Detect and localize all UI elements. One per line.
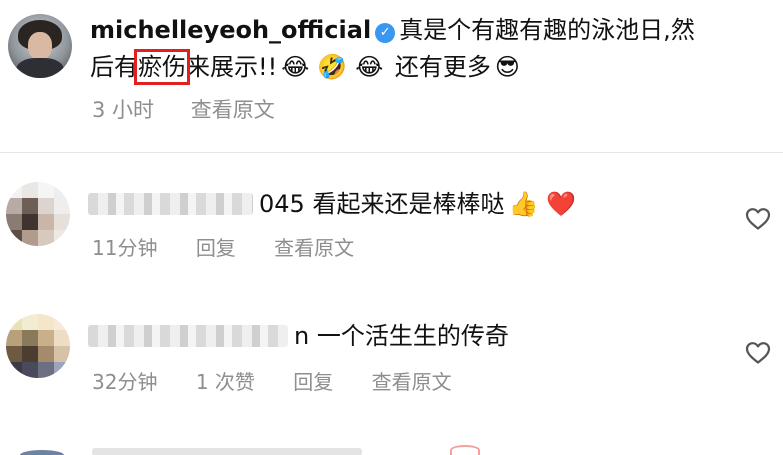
next-comment-partial — [0, 440, 783, 455]
partial-heart-emoji — [450, 445, 480, 455]
rofl-emoji: 🤣 — [317, 53, 348, 81]
avatar-mosaic — [6, 314, 70, 378]
comment-item: n 一个活生生的传奇 32分钟 1 次赞 回复 查看原文 — [0, 306, 783, 406]
verified-badge-icon: ✓ — [375, 23, 396, 43]
post-timestamp: 3 小时 — [92, 98, 155, 122]
comment-timestamp: 11分钟 — [92, 236, 158, 260]
comment-item: 045 看起来还是棒棒哒 👍 ❤️ 11分钟 回复 查看原文 — [0, 172, 783, 272]
instagram-comments-screen: michelleyeoh_official ✓ 真是个有趣有趣的泳池日,然 后有瘀伤… — [0, 0, 783, 455]
highlighted-word: 瘀伤 — [134, 49, 190, 85]
reply-button[interactable]: 回复 — [196, 236, 236, 260]
caption-line2-before: 后有 — [90, 53, 138, 81]
comment-timestamp: 32分钟 — [92, 370, 158, 394]
comment-text: 看起来还是棒棒哒 — [312, 190, 505, 218]
avatar-mosaic — [6, 182, 70, 246]
comment-meta-row: 32分钟 1 次赞 回复 查看原文 — [92, 366, 484, 395]
sunglasses-emoji: 😎 — [494, 53, 520, 81]
heart-outline-icon[interactable] — [743, 205, 773, 233]
author-username[interactable]: michelleyeoh_official — [90, 16, 371, 44]
thumbs-up-emoji: 👍 — [508, 190, 539, 218]
author-avatar[interactable] — [8, 14, 72, 78]
partial-avatar — [20, 450, 64, 455]
caption-line2-after: 来展示!! — [186, 53, 278, 81]
post-see-translation-link[interactable]: 查看原文 — [191, 98, 275, 122]
avatar-face — [28, 32, 52, 60]
comment-body: n 一个活生生的传奇 — [88, 316, 509, 351]
laughing-emoji: 😂 — [281, 53, 310, 81]
blurred-username — [88, 325, 288, 347]
partial-blurred-text — [92, 448, 362, 455]
laughing-emoji-2: 😂 — [355, 53, 384, 81]
blurred-username — [88, 193, 253, 215]
post-caption-block: michelleyeoh_official ✓ 真是个有趣有趣的泳池日,然 后有瘀伤… — [0, 0, 783, 152]
see-translation-link[interactable]: 查看原文 — [274, 236, 354, 260]
divider — [0, 152, 783, 153]
caption-more-text: 还有更多 — [394, 53, 491, 81]
commenter-username-visible[interactable]: n — [294, 322, 309, 350]
see-translation-link[interactable]: 查看原文 — [372, 370, 452, 394]
commenter-avatar[interactable] — [6, 182, 70, 246]
commenter-username-visible[interactable]: 045 — [259, 190, 305, 218]
red-heart-emoji: ❤️ — [546, 190, 577, 218]
commenter-avatar[interactable] — [6, 314, 70, 378]
caption-line1: 真是个有趣有趣的泳池日,然 — [399, 16, 695, 44]
comment-meta-row: 11分钟 回复 查看原文 — [92, 232, 386, 261]
reply-button[interactable]: 回复 — [293, 370, 333, 394]
comment-body: 045 看起来还是棒棒哒 👍 ❤️ — [88, 184, 580, 219]
post-meta-row: 3 小时 查看原文 — [92, 94, 305, 124]
likes-count[interactable]: 1 次赞 — [196, 370, 255, 394]
heart-outline-icon[interactable] — [743, 339, 773, 367]
avatar-body — [16, 58, 64, 78]
caption-text: michelleyeoh_official ✓ 真是个有趣有趣的泳池日,然 后有瘀伤… — [90, 12, 770, 86]
comment-text: 一个活生生的传奇 — [316, 322, 509, 350]
